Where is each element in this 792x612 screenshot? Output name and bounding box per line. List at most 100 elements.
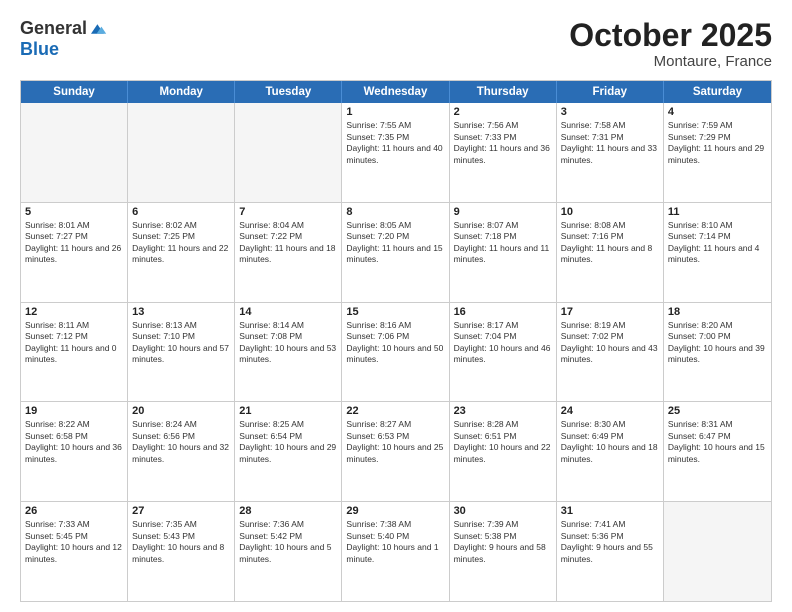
logo-icon bbox=[91, 21, 107, 37]
cell-detail: Sunrise: 8:27 AM Sunset: 6:53 PM Dayligh… bbox=[346, 419, 444, 465]
calendar-cell: 16Sunrise: 8:17 AM Sunset: 7:04 PM Dayli… bbox=[450, 303, 557, 402]
calendar-cell: 11 Sunrise: 8:10 AM Sunset: 7:14 PM Dayli… bbox=[664, 203, 771, 302]
month-title: October 2025 bbox=[569, 18, 772, 53]
calendar-cell: 29 Sunrise: 7:38 AM Sunset: 5:40 PM Dayli… bbox=[342, 502, 449, 601]
calendar-cell: 31Sunrise: 7:41 AM Sunset: 5:36 PM Dayli… bbox=[557, 502, 664, 601]
calendar-cell: 14 Sunrise: 8:14 AM Sunset: 7:08 PM Dayli… bbox=[235, 303, 342, 402]
calendar-cell bbox=[664, 502, 771, 601]
day-number: 27 bbox=[132, 505, 230, 517]
cell-detail: Sunrise: 8:13 AM Sunset: 7:10 PM Dayligh… bbox=[132, 320, 230, 366]
calendar-cell: 27 Sunrise: 7:35 AM Sunset: 5:43 PM Dayli… bbox=[128, 502, 235, 601]
cell-detail: Sunrise: 8:16 AM Sunset: 7:06 PM Dayligh… bbox=[346, 320, 444, 366]
page: General Blue October 2025 Montaure, Fran… bbox=[0, 0, 792, 612]
day-number: 22 bbox=[346, 405, 444, 417]
day-number: 18 bbox=[668, 306, 767, 318]
day-number: 14 bbox=[239, 306, 337, 318]
calendar-row: 12Sunrise: 8:11 AM Sunset: 7:12 PM Dayli… bbox=[21, 302, 771, 402]
calendar-cell: 30 Sunrise: 7:39 AM Sunset: 5:38 PM Dayli… bbox=[450, 502, 557, 601]
day-number: 1 bbox=[346, 106, 444, 118]
cell-detail: Sunrise: 8:05 AM Sunset: 7:20 PM Dayligh… bbox=[346, 220, 444, 266]
day-of-week-header: Saturday bbox=[664, 81, 771, 103]
day-number: 3 bbox=[561, 106, 659, 118]
cell-detail: Sunrise: 7:58 AM Sunset: 7:31 PM Dayligh… bbox=[561, 120, 659, 166]
calendar-cell: 23Sunrise: 8:28 AM Sunset: 6:51 PM Dayli… bbox=[450, 402, 557, 501]
cell-detail: Sunrise: 7:56 AM Sunset: 7:33 PM Dayligh… bbox=[454, 120, 552, 166]
day-of-week-header: Sunday bbox=[21, 81, 128, 103]
cell-detail: Sunrise: 8:14 AM Sunset: 7:08 PM Dayligh… bbox=[239, 320, 337, 366]
cell-detail: Sunrise: 8:07 AM Sunset: 7:18 PM Dayligh… bbox=[454, 220, 552, 266]
day-number: 10 bbox=[561, 206, 659, 218]
cell-detail: Sunrise: 8:02 AM Sunset: 7:25 PM Dayligh… bbox=[132, 220, 230, 266]
cell-detail: Sunrise: 7:59 AM Sunset: 7:29 PM Dayligh… bbox=[668, 120, 767, 166]
calendar-cell bbox=[21, 103, 128, 202]
day-number: 21 bbox=[239, 405, 337, 417]
day-number: 29 bbox=[346, 505, 444, 517]
calendar-cell: 9 Sunrise: 8:07 AM Sunset: 7:18 PM Daylig… bbox=[450, 203, 557, 302]
logo: General Blue bbox=[20, 18, 107, 60]
cell-detail: Sunrise: 8:30 AM Sunset: 6:49 PM Dayligh… bbox=[561, 419, 659, 465]
cell-detail: Sunrise: 7:38 AM Sunset: 5:40 PM Dayligh… bbox=[346, 519, 444, 565]
day-of-week-header: Monday bbox=[128, 81, 235, 103]
calendar-cell: 15Sunrise: 8:16 AM Sunset: 7:06 PM Dayli… bbox=[342, 303, 449, 402]
cell-detail: Sunrise: 8:19 AM Sunset: 7:02 PM Dayligh… bbox=[561, 320, 659, 366]
calendar-cell: 18 Sunrise: 8:20 AM Sunset: 7:00 PM Dayli… bbox=[664, 303, 771, 402]
day-number: 5 bbox=[25, 206, 123, 218]
day-number: 7 bbox=[239, 206, 337, 218]
cell-detail: Sunrise: 8:22 AM Sunset: 6:58 PM Dayligh… bbox=[25, 419, 123, 465]
calendar-header: SundayMondayTuesdayWednesdayThursdayFrid… bbox=[21, 81, 771, 103]
day-of-week-header: Tuesday bbox=[235, 81, 342, 103]
calendar-cell: 12Sunrise: 8:11 AM Sunset: 7:12 PM Dayli… bbox=[21, 303, 128, 402]
day-of-week-header: Wednesday bbox=[342, 81, 449, 103]
day-number: 9 bbox=[454, 206, 552, 218]
cell-detail: Sunrise: 7:39 AM Sunset: 5:38 PM Dayligh… bbox=[454, 519, 552, 565]
header: General Blue October 2025 Montaure, Fran… bbox=[20, 18, 772, 70]
calendar-cell: 1 Sunrise: 7:55 AM Sunset: 7:35 PM Daylig… bbox=[342, 103, 449, 202]
day-number: 17 bbox=[561, 306, 659, 318]
day-of-week-header: Thursday bbox=[450, 81, 557, 103]
calendar-cell bbox=[235, 103, 342, 202]
cell-detail: Sunrise: 8:11 AM Sunset: 7:12 PM Dayligh… bbox=[25, 320, 123, 366]
cell-detail: Sunrise: 7:33 AM Sunset: 5:45 PM Dayligh… bbox=[25, 519, 123, 565]
day-of-week-header: Friday bbox=[557, 81, 664, 103]
calendar-cell bbox=[128, 103, 235, 202]
calendar-cell: 26 Sunrise: 7:33 AM Sunset: 5:45 PM Dayli… bbox=[21, 502, 128, 601]
calendar-cell: 3 Sunrise: 7:58 AM Sunset: 7:31 PM Daylig… bbox=[557, 103, 664, 202]
calendar-cell: 21Sunrise: 8:25 AM Sunset: 6:54 PM Dayli… bbox=[235, 402, 342, 501]
cell-detail: Sunrise: 7:41 AM Sunset: 5:36 PM Dayligh… bbox=[561, 519, 659, 565]
cell-detail: Sunrise: 8:20 AM Sunset: 7:00 PM Dayligh… bbox=[668, 320, 767, 366]
cell-detail: Sunrise: 7:55 AM Sunset: 7:35 PM Dayligh… bbox=[346, 120, 444, 166]
day-number: 26 bbox=[25, 505, 123, 517]
calendar-row: 26 Sunrise: 7:33 AM Sunset: 5:45 PM Dayli… bbox=[21, 501, 771, 601]
calendar: SundayMondayTuesdayWednesdayThursdayFrid… bbox=[20, 80, 772, 602]
cell-detail: Sunrise: 8:31 AM Sunset: 6:47 PM Dayligh… bbox=[668, 419, 767, 465]
day-number: 19 bbox=[25, 405, 123, 417]
cell-detail: Sunrise: 8:28 AM Sunset: 6:51 PM Dayligh… bbox=[454, 419, 552, 465]
location: Montaure, France bbox=[569, 53, 772, 70]
day-number: 6 bbox=[132, 206, 230, 218]
calendar-cell: 5 Sunrise: 8:01 AM Sunset: 7:27 PM Daylig… bbox=[21, 203, 128, 302]
calendar-body: 1 Sunrise: 7:55 AM Sunset: 7:35 PM Daylig… bbox=[21, 103, 771, 601]
day-number: 8 bbox=[346, 206, 444, 218]
calendar-cell: 7 Sunrise: 8:04 AM Sunset: 7:22 PM Daylig… bbox=[235, 203, 342, 302]
calendar-row: 1 Sunrise: 7:55 AM Sunset: 7:35 PM Daylig… bbox=[21, 103, 771, 202]
day-number: 11 bbox=[668, 206, 767, 218]
cell-detail: Sunrise: 7:36 AM Sunset: 5:42 PM Dayligh… bbox=[239, 519, 337, 565]
calendar-cell: 20Sunrise: 8:24 AM Sunset: 6:56 PM Dayli… bbox=[128, 402, 235, 501]
day-number: 13 bbox=[132, 306, 230, 318]
day-number: 2 bbox=[454, 106, 552, 118]
day-number: 20 bbox=[132, 405, 230, 417]
cell-detail: Sunrise: 8:01 AM Sunset: 7:27 PM Dayligh… bbox=[25, 220, 123, 266]
calendar-cell: 24Sunrise: 8:30 AM Sunset: 6:49 PM Dayli… bbox=[557, 402, 664, 501]
day-number: 30 bbox=[454, 505, 552, 517]
calendar-cell: 10Sunrise: 8:08 AM Sunset: 7:16 PM Dayli… bbox=[557, 203, 664, 302]
calendar-cell: 6 Sunrise: 8:02 AM Sunset: 7:25 PM Daylig… bbox=[128, 203, 235, 302]
calendar-row: 5 Sunrise: 8:01 AM Sunset: 7:27 PM Daylig… bbox=[21, 202, 771, 302]
logo-general-text: General bbox=[20, 18, 87, 39]
calendar-row: 19 Sunrise: 8:22 AM Sunset: 6:58 PM Dayli… bbox=[21, 401, 771, 501]
calendar-cell: 19 Sunrise: 8:22 AM Sunset: 6:58 PM Dayli… bbox=[21, 402, 128, 501]
title-block: October 2025 Montaure, France bbox=[569, 18, 772, 70]
cell-detail: Sunrise: 8:04 AM Sunset: 7:22 PM Dayligh… bbox=[239, 220, 337, 266]
cell-detail: Sunrise: 7:35 AM Sunset: 5:43 PM Dayligh… bbox=[132, 519, 230, 565]
cell-detail: Sunrise: 8:10 AM Sunset: 7:14 PM Dayligh… bbox=[668, 220, 767, 266]
calendar-cell: 28Sunrise: 7:36 AM Sunset: 5:42 PM Dayli… bbox=[235, 502, 342, 601]
